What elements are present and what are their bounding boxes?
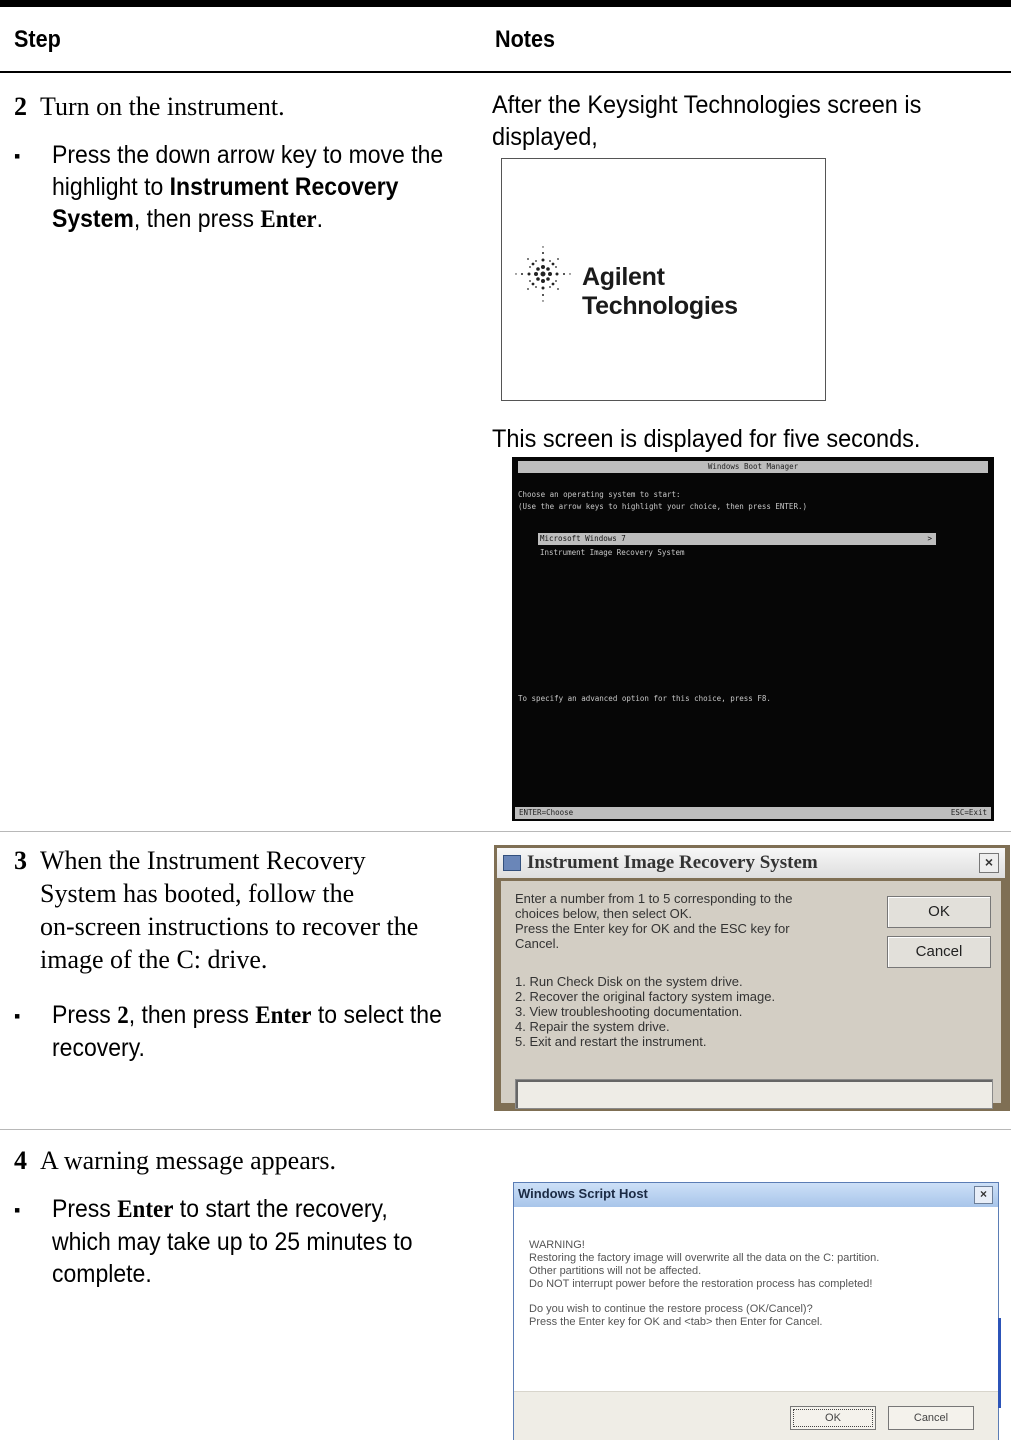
step-4: 4 A warning message appears. (14, 1144, 484, 1177)
cancel-button[interactable]: Cancel (887, 936, 991, 968)
choice-item: 2. Recover the original factory system i… (515, 989, 776, 1004)
boot-hint: (Use the arrow keys to highlight your ch… (518, 502, 807, 511)
step-3-line-2: System has booted, follow the (40, 879, 355, 908)
choice-item: 1. Run Check Disk on the system drive. (515, 974, 743, 989)
windows-script-host-dialog: Windows Script Host × WARNING! Restoring… (513, 1182, 1001, 1440)
window-edge (998, 1318, 1001, 1408)
choice-item: 3. View troubleshooting documentation. (515, 1004, 743, 1019)
dialog-body: Enter a number from 1 to 5 corresponding… (501, 881, 1001, 1109)
bullet: ▪ (14, 1200, 21, 1220)
agilent-splash-screen: Agilent Technologies (501, 158, 826, 401)
step-text: Turn on the instrument. (40, 92, 285, 121)
dialog-title: Windows Script Host (518, 1186, 648, 1201)
bullet: ▪ (14, 1006, 21, 1026)
app-icon (503, 855, 521, 871)
step-2-note: After the Keysight Technologies screen i… (492, 91, 922, 151)
step-number: 4 (14, 1146, 27, 1175)
warning-heading: WARNING! (529, 1239, 585, 1251)
boot-manager-title: Windows Boot Manager (518, 461, 988, 473)
header-rule (0, 71, 1011, 73)
choice-item: 4. Repair the system drive. (515, 1019, 670, 1034)
boot-footer: ENTER=Choose ESC=Exit (515, 807, 991, 819)
boot-arrow: > (927, 534, 932, 543)
dialog-titlebar: Instrument Image Recovery System × (497, 848, 1005, 878)
step-3-instruction: Press 2, then press Enter to select the … (52, 1001, 442, 1062)
dialog-title: Instrument Image Recovery System (527, 852, 818, 873)
step-text: A warning message appears. (40, 1146, 337, 1175)
dialog-intro: Cancel. (515, 936, 560, 951)
notes-column-header: Notes (495, 26, 556, 53)
dialog-footer: OK Cancel (514, 1391, 998, 1440)
close-icon[interactable]: × (974, 1186, 993, 1204)
step-2: 2 Turn on the instrument. (14, 90, 484, 123)
ok-button[interactable]: OK (790, 1406, 876, 1430)
step-text: When the Instrument Recovery (40, 846, 366, 875)
close-icon[interactable]: × (979, 853, 999, 873)
step-number: 3 (14, 846, 27, 875)
choice-item: 5. Exit and restart the instrument. (515, 1034, 707, 1049)
warning-line: Do NOT interrupt power before the restor… (529, 1278, 873, 1290)
ok-button[interactable]: OK (887, 896, 991, 928)
step-2-note-boot: This screen is displayed for five second… (492, 425, 921, 453)
step-4-instruction: Press Enter to start the recovery, which… (52, 1195, 413, 1288)
step-column-header: Step (14, 26, 61, 53)
step-2-instruction: Press the down arrow key to move the hig… (52, 141, 444, 233)
top-rule (0, 0, 1011, 7)
bullet: ▪ (14, 146, 21, 166)
boot-footer-choose: ENTER=Choose (519, 808, 574, 817)
boot-prompt: Choose an operating system to start: (518, 490, 681, 499)
step-separator (0, 831, 1011, 832)
dialog-intro: choices below, then select OK. (515, 906, 693, 921)
boot-option-windows[interactable]: Microsoft Windows 7 > (538, 533, 936, 545)
boot-footer-exit: ESC=Exit (950, 808, 987, 817)
warning-line: Restoring the factory image will overwri… (529, 1252, 880, 1264)
step-separator (0, 1129, 1011, 1130)
dialog-titlebar: Windows Script Host × (514, 1183, 998, 1207)
question-line: Do you wish to continue the restore proc… (529, 1303, 813, 1315)
windows-boot-manager-screen: Windows Boot Manager Choose an operating… (512, 457, 994, 821)
warning-line: Other partitions will not be affected. (529, 1265, 702, 1277)
step-3-line-4: image of the C: drive. (40, 945, 268, 974)
question-line: Press the Enter key for OK and <tab> the… (529, 1316, 823, 1328)
dialog-intro: Press the Enter key for OK and the ESC k… (515, 921, 790, 936)
recovery-system-dialog: Instrument Image Recovery System × Enter… (494, 845, 1010, 1111)
agilent-spark-logo (515, 246, 571, 302)
dialog-intro: Enter a number from 1 to 5 corresponding… (515, 891, 793, 906)
step-3-line-3: on-screen instructions to recover the (40, 912, 419, 941)
step-number: 2 (14, 92, 27, 121)
agilent-brand-text: Agilent Technologies (582, 263, 738, 320)
boot-option-recovery[interactable]: Instrument Image Recovery System (540, 548, 685, 557)
step-3: 3 When the Instrument Recovery (14, 844, 484, 877)
boot-advanced-hint: To specify an advanced option for this c… (518, 694, 771, 703)
choice-input[interactable] (515, 1079, 993, 1109)
cancel-button[interactable]: Cancel (888, 1406, 974, 1430)
